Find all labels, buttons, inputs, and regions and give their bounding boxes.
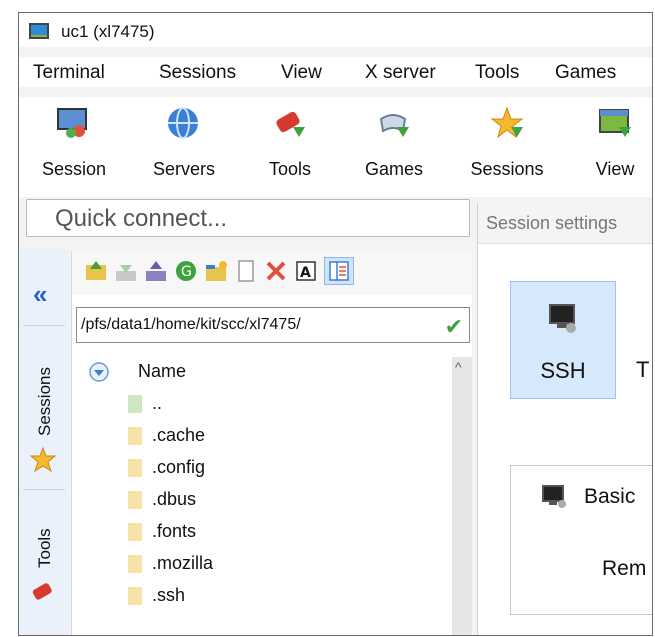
detail-view-toggle-icon[interactable] [324, 257, 354, 285]
games-button-label: Games [364, 159, 424, 179]
download-icon[interactable] [114, 259, 138, 283]
list-item[interactable]: .dbus [72, 485, 452, 517]
folder-icon [128, 427, 142, 445]
tools-button-label: Tools [268, 159, 312, 179]
menu-view[interactable]: View [281, 62, 322, 84]
session-button[interactable]: Session [31, 97, 117, 197]
folder-up-icon [128, 395, 142, 413]
session-settings-pane: Session settings SSH T Basic Rem [477, 203, 652, 635]
column-name[interactable]: Name [138, 361, 186, 382]
list-item[interactable]: .ssh [72, 581, 452, 613]
tab-tools-label: Tools [35, 528, 54, 568]
list-item[interactable]: .. [72, 389, 452, 421]
new-folder-icon[interactable] [204, 259, 228, 283]
menu-bar: Terminal Sessions View X server Tools Ga… [19, 57, 652, 87]
scroll-up-icon[interactable]: ^ [455, 359, 462, 375]
list-item[interactable]: .cache [72, 421, 452, 453]
gamepad-icon [379, 114, 409, 137]
menu-terminal[interactable]: Terminal [33, 62, 105, 84]
svg-text:A: A [300, 265, 311, 281]
new-file-icon[interactable] [234, 259, 258, 283]
tab-sessions[interactable]: Sessions [23, 325, 65, 486]
basic-settings-label: Basic [584, 485, 636, 508]
next-session-type-label[interactable]: T [636, 357, 649, 383]
menu-tools[interactable]: Tools [475, 62, 519, 84]
swiss-knife-icon [32, 583, 52, 600]
collapse-sidebar-icon[interactable]: « [33, 279, 47, 310]
folder-icon [128, 523, 142, 541]
swiss-knife-icon [276, 111, 305, 137]
list-item[interactable]: .config [72, 453, 452, 485]
folder-icon [128, 459, 142, 477]
app-window: uc1 (xl7475) Terminal Sessions View X se… [18, 12, 653, 636]
folder-icon [128, 587, 142, 605]
parent-folder-icon[interactable] [84, 259, 108, 283]
terminal-icon [542, 485, 566, 508]
view-window-icon [599, 109, 631, 137]
view-button-label: View [595, 159, 635, 179]
star-icon [490, 106, 524, 139]
file-browser-toolbar: G A [72, 251, 472, 295]
filter-icon[interactable] [88, 361, 110, 383]
upload-icon[interactable] [144, 259, 168, 283]
refresh-icon[interactable]: G [174, 259, 198, 283]
ssh-session-type-button[interactable]: SSH [510, 281, 616, 399]
file-list-header: Name [72, 357, 472, 387]
folder-icon [128, 491, 142, 509]
quick-connect-input[interactable]: Quick connect... [26, 199, 470, 237]
tab-sessions-label: Sessions [35, 367, 54, 436]
session-settings-title: Session settings [486, 213, 618, 233]
file-browser: G A /pfs/data1/home/kit/scc/xl7475/ ✔ Na… [71, 251, 472, 635]
session-settings-header: Session settings [478, 203, 652, 244]
sessions-button-label: Sessions [470, 159, 544, 179]
tools-button[interactable]: Tools [255, 97, 325, 197]
ssh-label: SSH [540, 358, 586, 383]
tab-tools[interactable]: Tools [23, 489, 65, 620]
menu-games[interactable]: Games [555, 62, 616, 84]
session-button-label: Session [41, 159, 107, 179]
list-item[interactable]: .mozilla [72, 549, 452, 581]
folder-icon [128, 555, 142, 573]
window-title: uc1 (xl7475) [61, 22, 155, 41]
servers-button[interactable]: Servers [139, 97, 229, 197]
list-item[interactable]: .fonts [72, 517, 452, 549]
main-toolbar: Session Servers Tools Games Sessions Vie… [19, 97, 652, 197]
sessions-button[interactable]: Sessions [459, 97, 555, 197]
side-tab-bar: « Sessions Tools [19, 249, 69, 635]
file-list-scrollbar[interactable]: ^ [452, 357, 472, 635]
view-button[interactable]: View [585, 97, 645, 197]
svg-text:G: G [181, 264, 192, 280]
title-bar: uc1 (xl7475) [19, 13, 652, 47]
session-monitor-icon [57, 108, 87, 138]
servers-button-label: Servers [152, 159, 215, 179]
path-text: /pfs/data1/home/kit/scc/xl7475/ [81, 316, 301, 333]
ssh-terminal-icon [549, 304, 576, 333]
delete-icon[interactable] [264, 259, 288, 283]
rename-icon[interactable]: A [294, 259, 318, 283]
columns-icon [329, 261, 349, 281]
path-input[interactable]: /pfs/data1/home/kit/scc/xl7475/ ✔ [76, 307, 470, 343]
star-icon [29, 446, 57, 473]
app-icon [29, 23, 49, 39]
games-button[interactable]: Games [357, 97, 431, 197]
remote-host-label: Rem [602, 557, 647, 580]
menu-x-server[interactable]: X server [365, 62, 436, 84]
confirm-path-icon[interactable]: ✔ [445, 314, 463, 340]
menu-sessions[interactable]: Sessions [159, 62, 236, 84]
globe-icon [168, 107, 198, 139]
